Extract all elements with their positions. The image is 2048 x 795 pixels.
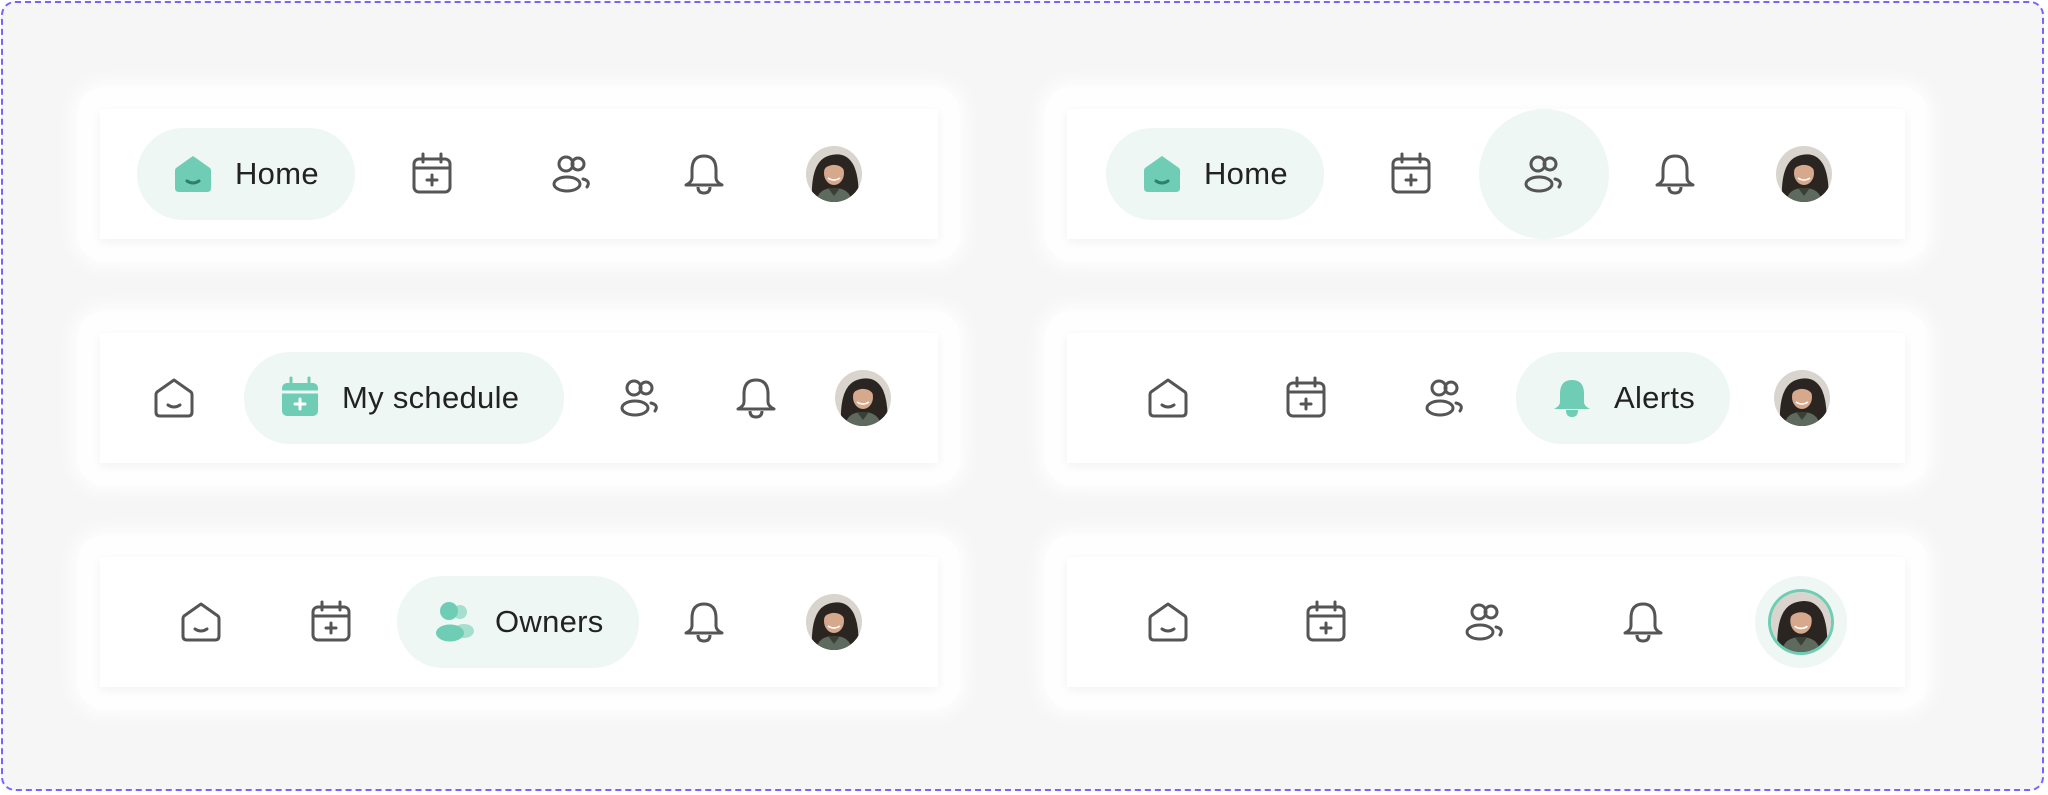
navbar-variant-owners-hover: Home xyxy=(1045,87,1927,261)
bell-icon xyxy=(730,372,782,424)
navbar-variant-alerts-active: Alerts xyxy=(1045,311,1927,485)
nav-item-schedule[interactable] xyxy=(1280,352,1332,444)
bottom-navbar: Home xyxy=(100,109,938,239)
nav-label-home: Home xyxy=(235,156,319,191)
nav-item-owners[interactable] xyxy=(1479,109,1609,239)
nav-item-alerts[interactable] xyxy=(678,576,730,668)
users-icon xyxy=(546,148,598,200)
nav-item-profile[interactable] xyxy=(806,576,862,668)
avatar-selected-ring xyxy=(1755,576,1847,668)
bottom-navbar: Owners xyxy=(100,557,938,687)
avatar xyxy=(835,370,891,426)
nav-label-home: Home xyxy=(1204,156,1288,191)
users-icon xyxy=(1419,372,1471,424)
nav-item-home[interactable] xyxy=(1142,352,1194,444)
navbar-variant-schedule-active: My schedule xyxy=(78,311,960,485)
navbar-variant-home-active: Home xyxy=(78,87,960,261)
nav-item-owners[interactable] xyxy=(614,352,666,444)
nav-item-owners[interactable] xyxy=(1419,352,1471,444)
users-icon xyxy=(1518,148,1570,200)
nav-item-profile[interactable] xyxy=(1755,576,1847,668)
bell-icon xyxy=(1617,596,1669,648)
nav-item-owners[interactable] xyxy=(1459,576,1511,668)
bell-icon xyxy=(1649,148,1701,200)
nav-item-home[interactable]: Home xyxy=(1106,128,1324,220)
nav-item-home[interactable] xyxy=(148,352,200,444)
nav-item-profile[interactable] xyxy=(1776,128,1832,220)
avatar xyxy=(1771,592,1831,652)
nav-item-owners[interactable]: Owners xyxy=(397,576,639,668)
users-icon xyxy=(614,372,666,424)
home-icon xyxy=(148,372,200,424)
bell-icon xyxy=(1546,372,1598,424)
bell-icon xyxy=(678,596,730,648)
bottom-navbar: My schedule xyxy=(100,333,938,463)
nav-item-alerts[interactable] xyxy=(1649,128,1701,220)
navbar-variant-profile-active xyxy=(1045,535,1927,709)
nav-item-profile[interactable] xyxy=(835,352,891,444)
nav-item-schedule[interactable]: My schedule xyxy=(244,352,564,444)
calendar-plus-icon xyxy=(1385,148,1437,200)
nav-item-schedule[interactable] xyxy=(1300,576,1352,668)
avatar xyxy=(806,146,862,202)
home-icon xyxy=(175,596,227,648)
nav-item-alerts[interactable] xyxy=(730,352,782,444)
nav-item-home[interactable] xyxy=(1142,576,1194,668)
avatar xyxy=(806,594,862,650)
nav-item-profile[interactable] xyxy=(1774,352,1830,444)
bottom-navbar: Home xyxy=(1067,109,1905,239)
home-icon xyxy=(1136,148,1188,200)
avatar xyxy=(1776,146,1832,202)
calendar-plus-icon xyxy=(406,148,458,200)
users-icon xyxy=(427,596,479,648)
home-icon xyxy=(1142,372,1194,424)
bottom-navbar xyxy=(1067,557,1905,687)
calendar-plus-icon xyxy=(274,372,326,424)
nav-item-profile[interactable] xyxy=(806,128,862,220)
users-icon xyxy=(1459,596,1511,648)
bell-icon xyxy=(678,148,730,200)
nav-item-schedule[interactable] xyxy=(1385,128,1437,220)
nav-label-owners: Owners xyxy=(495,604,604,639)
nav-item-alerts[interactable]: Alerts xyxy=(1516,352,1730,444)
nav-item-home[interactable]: Home xyxy=(137,128,355,220)
bottom-navbar: Alerts xyxy=(1067,333,1905,463)
nav-item-owners[interactable] xyxy=(546,128,598,220)
nav-item-schedule[interactable] xyxy=(406,128,458,220)
calendar-plus-icon xyxy=(305,596,357,648)
nav-item-schedule[interactable] xyxy=(305,576,357,668)
calendar-plus-icon xyxy=(1280,372,1332,424)
avatar xyxy=(1774,370,1830,426)
navbar-variant-owners-active: Owners xyxy=(78,535,960,709)
nav-item-home[interactable] xyxy=(175,576,227,668)
nav-label-alerts: Alerts xyxy=(1614,380,1696,415)
nav-item-alerts[interactable] xyxy=(678,128,730,220)
calendar-plus-icon xyxy=(1300,596,1352,648)
nav-item-alerts[interactable] xyxy=(1617,576,1669,668)
home-icon xyxy=(167,148,219,200)
nav-label-schedule: My schedule xyxy=(342,380,520,415)
home-icon xyxy=(1142,596,1194,648)
